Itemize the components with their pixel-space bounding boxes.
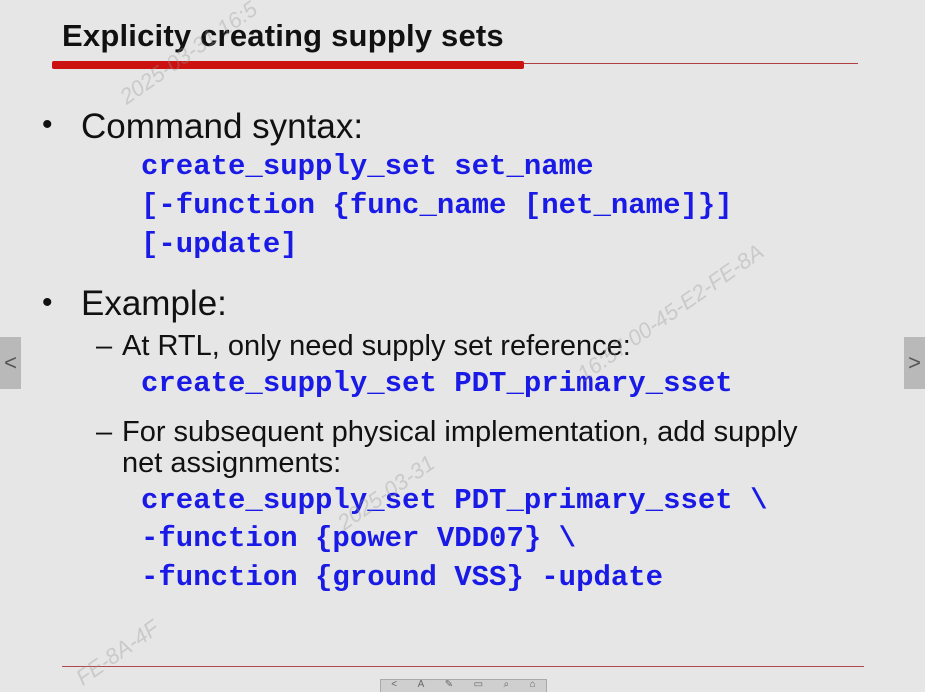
next-slide-button[interactable]: > xyxy=(904,337,925,389)
slide: Explicity creating supply sets • Command… xyxy=(0,0,925,691)
chevron-left-icon: < xyxy=(4,350,17,375)
code-line: create_supply_set PDT_primary_sset \ xyxy=(141,484,768,517)
title-red-underline xyxy=(52,61,524,69)
sub-bullet-dash: – xyxy=(96,416,113,448)
code-line: create_supply_set set_name xyxy=(141,150,594,183)
sub-bullet-physical: For subsequent physical implementation, … xyxy=(122,416,798,448)
code-line: create_supply_set PDT_primary_sset xyxy=(141,367,733,400)
footer-rule xyxy=(62,666,864,667)
code-line: [-update] xyxy=(141,228,298,261)
watermark: FE-8A-4F xyxy=(71,615,164,691)
bullet-dot: • xyxy=(42,286,53,319)
watermark: 16:57 00-45-E2-FE-8A xyxy=(572,238,769,387)
chevron-right-icon: > xyxy=(908,350,921,375)
title-thin-rule xyxy=(524,63,858,64)
code-line: -function {ground VSS} -update xyxy=(141,561,664,594)
sub-bullet-dash: – xyxy=(96,330,113,362)
code-line: [-function {func_name [net_name]}] xyxy=(141,189,733,222)
bullet-dot: • xyxy=(42,108,53,141)
presenter-toolbar: < A ✎ ▭ ⌕ ⌂ xyxy=(380,679,547,692)
bullet-command-syntax: Command syntax: xyxy=(81,107,364,146)
sub-bullet-physical-cont: net assignments: xyxy=(122,447,342,479)
sub-bullet-rtl: At RTL, only need supply set reference: xyxy=(122,330,631,362)
watermark: 2025-03-31 16:5 xyxy=(115,0,262,110)
slide-title: Explicity creating supply sets xyxy=(62,18,504,53)
bullet-example: Example: xyxy=(81,284,227,323)
code-line: -function {power VDD07} \ xyxy=(141,522,577,555)
prev-slide-button[interactable]: < xyxy=(0,337,21,389)
